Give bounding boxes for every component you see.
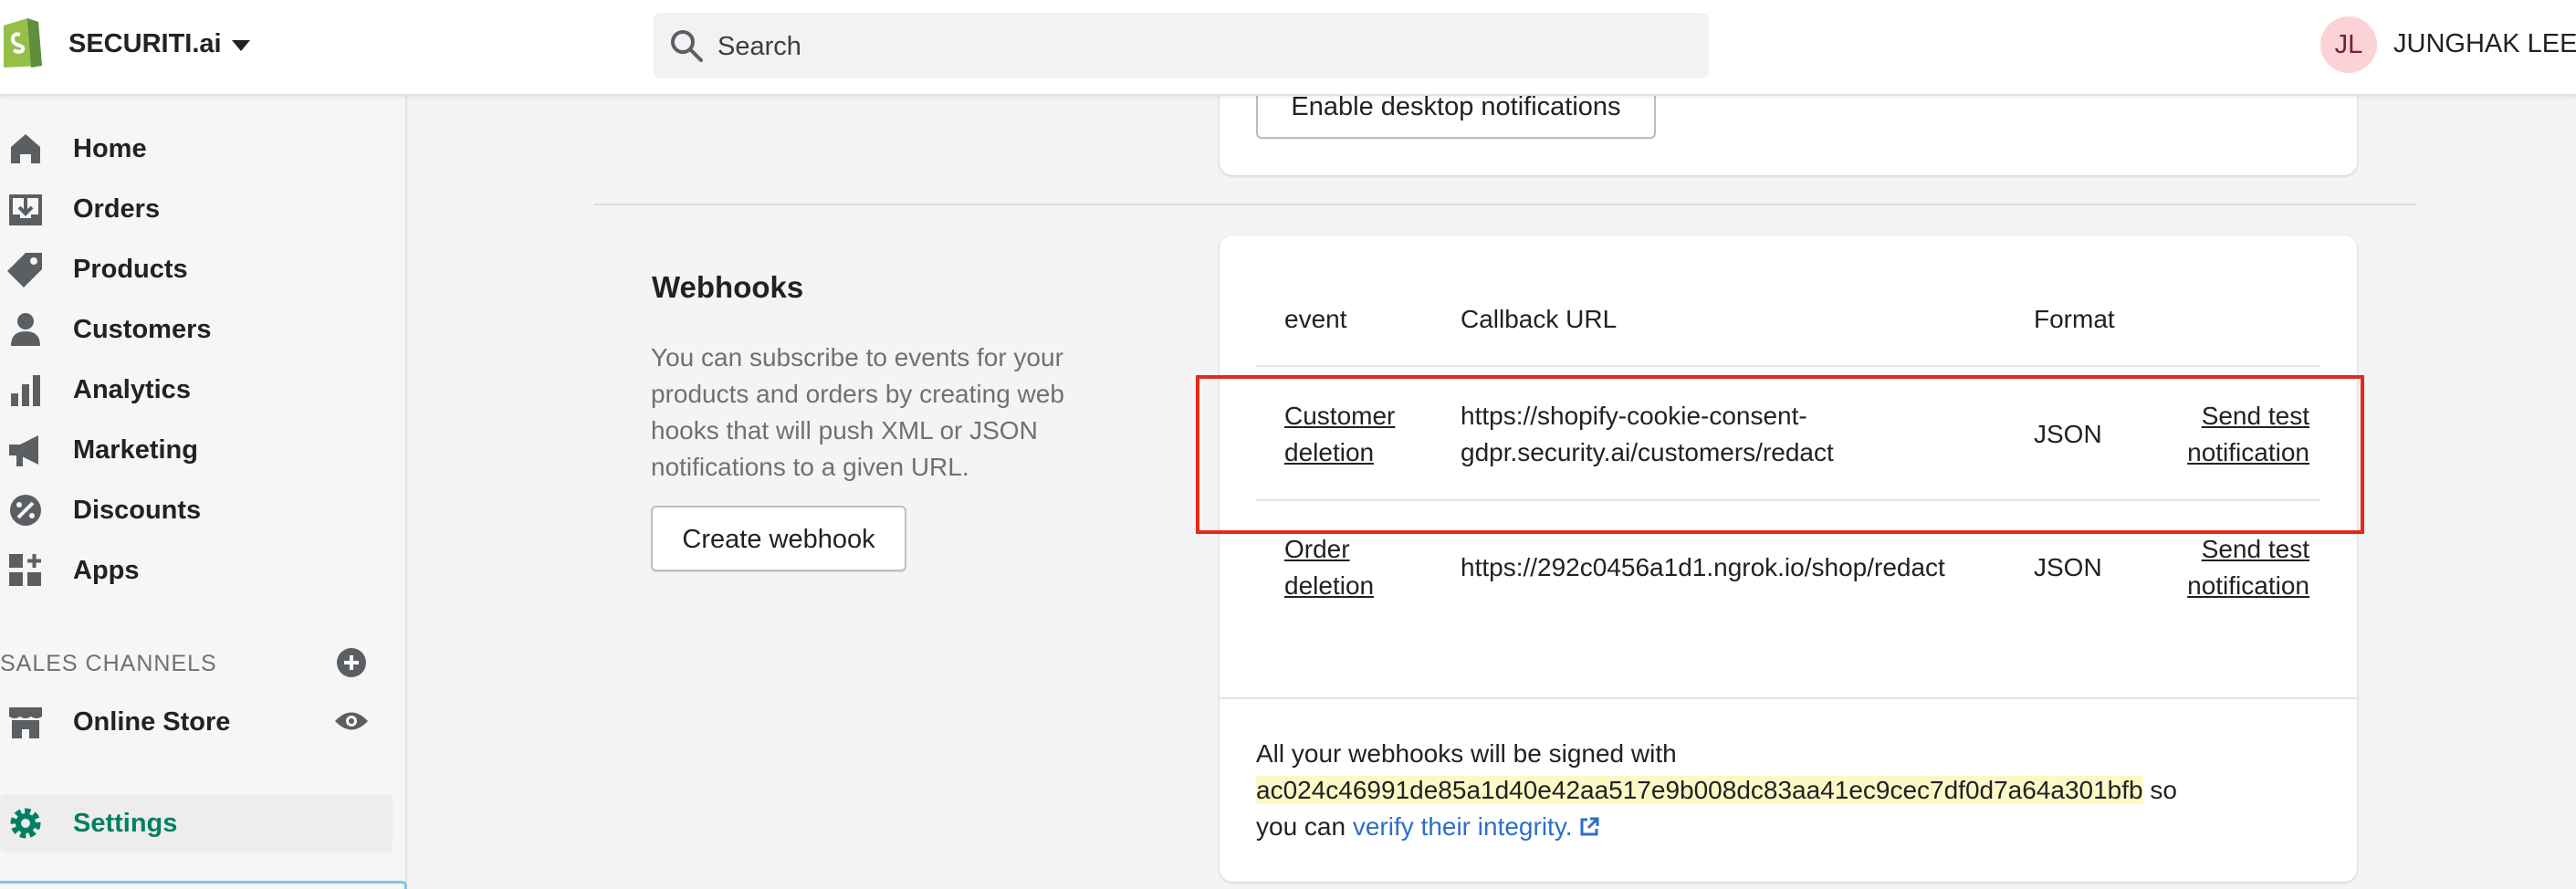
column-header-format: Format	[2034, 305, 2115, 333]
sidebar-item-products[interactable]: Products	[0, 244, 402, 295]
table-row: Order deletion	[1284, 531, 1374, 604]
bar-chart-icon	[11, 375, 40, 406]
search-icon	[671, 30, 703, 62]
home-icon	[11, 134, 40, 163]
sidebar-item-home[interactable]: Home	[0, 123, 402, 174]
sidebar-item-label: Settings	[73, 809, 178, 838]
sidebar-item-label: Online Store	[73, 707, 231, 737]
format-value: JSON	[2034, 420, 2102, 448]
event-line: deletion	[1284, 438, 1375, 466]
search-input[interactable]: Search	[654, 13, 1709, 78]
apps-icon	[9, 554, 41, 586]
sidebar-item-label: Orders	[73, 194, 161, 224]
sidebar-item-label: Products	[73, 255, 188, 284]
table-row: Customer deletion	[1284, 398, 1395, 471]
sidebar-item-settings[interactable]: Settings	[0, 794, 393, 852]
sidebar-item-analytics[interactable]: Analytics	[0, 364, 402, 415]
webhooks-title: Webhooks	[652, 270, 804, 304]
search-placeholder: Search	[717, 32, 801, 61]
sidebar-item-customers[interactable]: Customers	[0, 304, 402, 355]
column-header-callback-url: Callback URL	[1461, 305, 1618, 333]
create-webhook-button[interactable]: Create webhook	[651, 506, 906, 571]
event-link[interactable]: Order deletion	[1284, 535, 1374, 600]
verify-link-label: verify their integrity.	[1352, 812, 1573, 841]
shopify-logo-icon[interactable]	[0, 13, 44, 69]
verify-prefix: you can	[1256, 812, 1353, 841]
store-name[interactable]: SECURITI.ai	[68, 29, 222, 59]
megaphone-icon	[9, 435, 38, 466]
discount-icon	[10, 495, 41, 526]
action-line: notification	[2187, 438, 2309, 466]
table-header-divider	[1256, 365, 2320, 367]
sidebar-item-apps[interactable]: Apps	[0, 545, 402, 596]
callback-url-line: https://shopify-cookie-consent-	[1461, 402, 1807, 430]
signature-note: All your webhooks will be signed with ac…	[1256, 736, 2333, 845]
sidebar-item-marketing[interactable]: Marketing	[0, 424, 402, 476]
signature-suffix: so	[2142, 776, 2177, 804]
sidebar-item-label: Marketing	[73, 435, 198, 465]
add-circle-icon[interactable]	[336, 647, 367, 678]
signature-prefix: All your webhooks will be signed with	[1256, 739, 1677, 768]
event-line: Customer	[1284, 402, 1396, 430]
verify-integrity-link[interactable]: verify their integrity.	[1353, 812, 1600, 841]
sidebar-item-label: Apps	[73, 556, 140, 585]
sidebar-item-label: Home	[73, 134, 147, 163]
action-line: Send test	[2201, 535, 2309, 563]
card-footer-divider	[1220, 697, 2357, 699]
eye-icon[interactable]	[334, 709, 369, 733]
sales-channels-heading: SALES CHANNELS	[0, 651, 217, 676]
sidebar-bottom-panel	[0, 881, 407, 889]
send-test-notification-link[interactable]: Send test notification	[2178, 531, 2309, 604]
callback-url: https://292c0456a1d1.ngrok.io/shop/redac…	[1461, 553, 1945, 581]
action-line: notification	[2187, 571, 2309, 600]
send-test-notification-link[interactable]: Send test notification	[2178, 398, 2309, 471]
tag-icon	[7, 253, 42, 288]
avatar[interactable]: JL	[2320, 16, 2377, 73]
format-value: JSON	[2034, 553, 2102, 581]
webhooks-description: You can subscribe to events for your pro…	[651, 343, 1064, 481]
store-icon	[9, 707, 42, 738]
external-link-icon	[1580, 817, 1599, 836]
signature-hash: ac024c46991de85a1d40e42aa517e9b008dc83aa…	[1256, 776, 2143, 804]
orders-icon	[9, 194, 42, 225]
person-icon	[11, 313, 40, 346]
sidebar-item-label: Analytics	[73, 375, 191, 404]
chevron-down-icon[interactable]	[232, 40, 250, 51]
gear-icon	[10, 808, 41, 839]
event-line: deletion	[1284, 571, 1375, 600]
sidebar-item-label: Customers	[73, 315, 212, 344]
event-line: Order	[1284, 535, 1350, 563]
sidebar-item-discounts[interactable]: Discounts	[0, 485, 402, 536]
action-line: Send test	[2201, 402, 2309, 430]
sidebar: Home Orders Products Customers Analytics	[0, 96, 407, 889]
event-link[interactable]: Customer deletion	[1284, 402, 1395, 466]
sidebar-item-label: Discounts	[73, 496, 202, 525]
sidebar-item-orders[interactable]: Orders	[0, 183, 402, 235]
callback-url: https://shopify-cookie-consent- gdpr.sec…	[1461, 398, 1834, 471]
column-header-event: event	[1284, 305, 1347, 333]
section-divider	[593, 204, 2415, 205]
table-row-divider	[1256, 499, 2320, 501]
top-bar: SECURITI.ai Search JL JUNGHAK LEE	[0, 0, 2576, 96]
callback-url-line: gdpr.security.ai/customers/redact	[1461, 438, 1834, 466]
user-name[interactable]: JUNGHAK LEE	[2393, 29, 2576, 59]
